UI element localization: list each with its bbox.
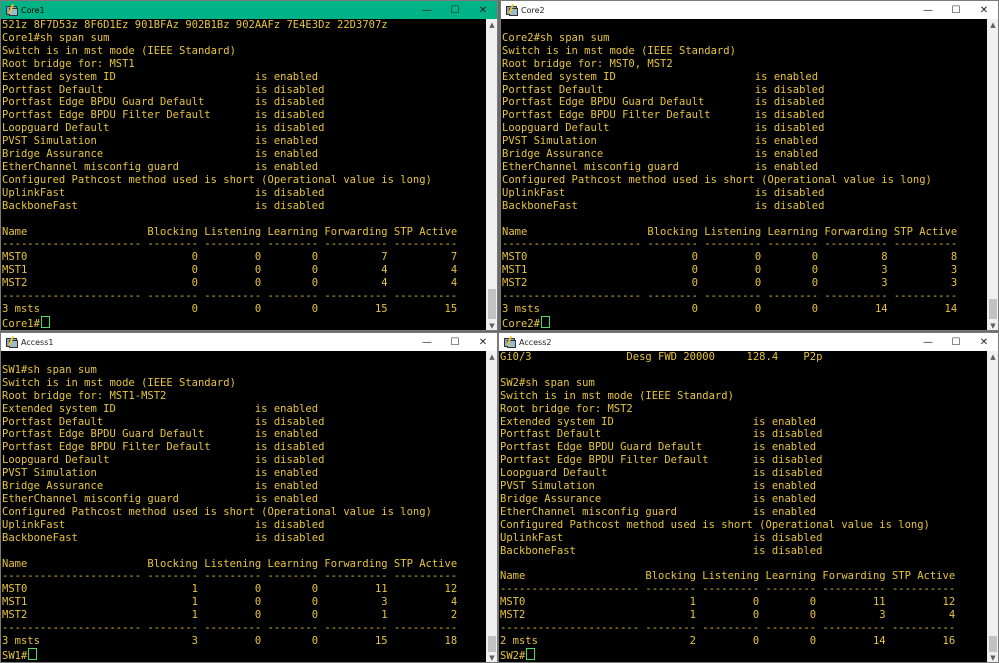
terminal-output: 521z 8F7D53z 8F6D1Ez 901BFAz 902B1Bz 902… — [1, 19, 486, 330]
putty-icon — [503, 336, 516, 348]
window-access2[interactable]: Access2 — ☐ ✕ Gi0/3 Desg FWD 20000 128.4… — [498, 332, 999, 663]
scroll-up-arrow-icon[interactable]: ▲ — [987, 19, 998, 31]
titlebar-access2[interactable]: Access2 — ☐ ✕ — [499, 333, 998, 351]
window-core2[interactable]: Core2 — ☐ ✕ Core2#sh span sum Switch is … — [500, 0, 999, 331]
terminal-access2[interactable]: Gi0/3 Desg FWD 20000 128.4 P2p SW2#sh sp… — [499, 351, 987, 662]
scroll-down-arrow-icon[interactable]: ▼ — [987, 652, 998, 662]
scroll-up-arrow-icon[interactable]: ▲ — [987, 351, 998, 363]
scroll-down-arrow-icon[interactable]: ▼ — [486, 652, 497, 662]
close-button[interactable]: ✕ — [469, 333, 497, 351]
maximize-button[interactable]: ☐ — [942, 1, 970, 19]
terminal-prompt: SW1# — [2, 649, 28, 662]
terminal-core2[interactable]: Core2#sh span sum Switch is in mst mode … — [501, 19, 987, 330]
text-cursor — [28, 647, 38, 660]
terminal-lines: Gi0/3 Desg FWD 20000 128.4 P2p SW2#sh sp… — [500, 351, 956, 647]
text-cursor — [40, 315, 50, 328]
terminal-prompt: Core2# — [502, 317, 540, 330]
minimize-button[interactable]: — — [413, 1, 441, 19]
terminal-output: Core2#sh span sum Switch is in mst mode … — [501, 19, 987, 330]
text-cursor — [540, 315, 550, 328]
scrollbar-core1[interactable]: ▲ ▼ — [486, 19, 497, 330]
titlebar-access1[interactable]: Access1 — ☐ ✕ — [1, 333, 497, 351]
terminal-access1[interactable]: SW1#sh span sum Switch is in mst mode (I… — [1, 351, 486, 662]
close-button[interactable]: ✕ — [970, 1, 998, 19]
text-cursor — [526, 647, 536, 660]
scroll-thumb[interactable] — [488, 289, 496, 319]
terminal-prompt: Core1# — [2, 317, 40, 330]
putty-icon — [505, 4, 518, 16]
terminal-lines: SW1#sh span sum Switch is in mst mode (I… — [2, 363, 458, 647]
scroll-thumb[interactable] — [488, 636, 496, 652]
titlebar-core1[interactable]: Core1 — ☐ ✕ — [1, 1, 497, 19]
terminal-lines: Core2#sh span sum Switch is in mst mode … — [502, 31, 958, 315]
close-button[interactable]: ✕ — [469, 1, 497, 19]
maximize-button[interactable]: ☐ — [441, 1, 469, 19]
terminal-core1[interactable]: 521z 8F7D53z 8F6D1Ez 901BFAz 902B1Bz 902… — [1, 19, 486, 330]
terminal-lines: 521z 8F7D53z 8F6D1Ez 901BFAz 902B1Bz 902… — [2, 19, 458, 315]
window-access1[interactable]: Access1 — ☐ ✕ SW1#sh span sum Switch is … — [0, 332, 498, 663]
maximize-button[interactable]: ☐ — [942, 333, 970, 351]
scroll-thumb[interactable] — [989, 636, 997, 652]
minimize-button[interactable]: — — [413, 333, 441, 351]
scrollbar-access2[interactable]: ▲ ▼ — [987, 351, 998, 662]
putty-icon — [5, 4, 18, 16]
scroll-down-arrow-icon[interactable]: ▼ — [987, 320, 998, 330]
titlebar-core2[interactable]: Core2 — ☐ ✕ — [501, 1, 998, 19]
minimize-button[interactable]: — — [914, 1, 942, 19]
window-title: Core2 — [521, 5, 545, 15]
scrollbar-core2[interactable]: ▲ ▼ — [987, 19, 998, 330]
putty-icon — [5, 336, 18, 348]
scroll-up-arrow-icon[interactable]: ▲ — [486, 19, 497, 31]
window-title: Access2 — [519, 337, 552, 347]
window-title: Core1 — [21, 5, 45, 15]
scroll-down-arrow-icon[interactable]: ▼ — [486, 320, 497, 330]
window-core1[interactable]: Core1 — ☐ ✕ 521z 8F7D53z 8F6D1Ez 901BFAz… — [0, 0, 498, 331]
minimize-button[interactable]: — — [914, 333, 942, 351]
terminal-output: Gi0/3 Desg FWD 20000 128.4 P2p SW2#sh sp… — [499, 351, 987, 662]
scrollbar-access1[interactable]: ▲ ▼ — [486, 351, 497, 662]
close-button[interactable]: ✕ — [970, 333, 998, 351]
terminal-prompt: SW2# — [500, 649, 526, 662]
scroll-up-arrow-icon[interactable]: ▲ — [486, 351, 497, 363]
scroll-thumb[interactable] — [989, 299, 997, 319]
window-title: Access1 — [21, 337, 54, 347]
maximize-button[interactable]: ☐ — [441, 333, 469, 351]
terminal-output: SW1#sh span sum Switch is in mst mode (I… — [1, 351, 486, 662]
